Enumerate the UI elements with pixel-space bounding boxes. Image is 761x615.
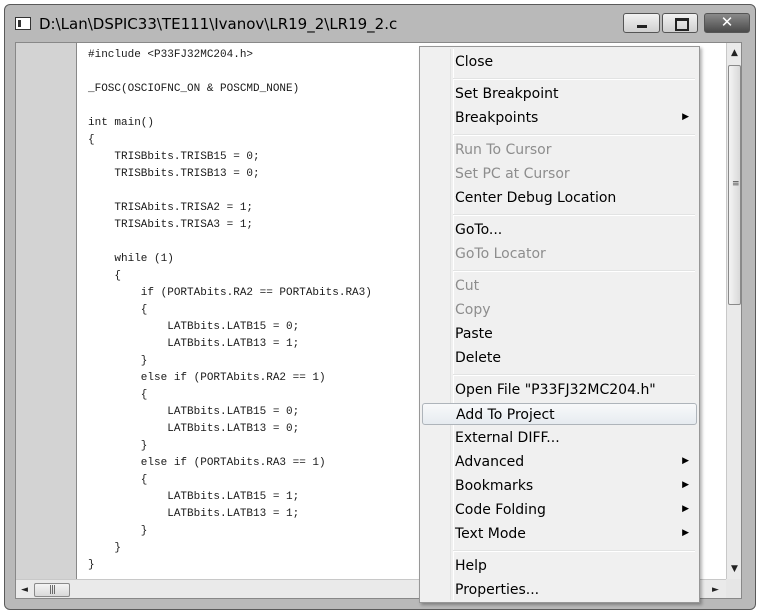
line-gutter[interactable]: [16, 43, 77, 579]
close-icon: ✕: [720, 13, 734, 31]
vertical-scrollbar[interactable]: ▲ ≡ ▼: [726, 43, 741, 579]
context-menu: Close Set Breakpoint Breakpoints ▶ Run To…: [419, 46, 700, 603]
close-button[interactable]: ✕: [704, 13, 750, 33]
window-title: D:\Lan\DSPIC33\TE111\Ivanov\LR19_2\LR19_…: [39, 15, 398, 33]
menu-item-bookmarks[interactable]: Bookmarks ▶: [422, 475, 697, 497]
menu-item-code-folding[interactable]: Code Folding ▶: [422, 499, 697, 521]
submenu-arrow-icon: ▶: [682, 480, 689, 490]
menu-item-run-to-cursor[interactable]: Run To Cursor: [422, 139, 697, 161]
menu-item-delete[interactable]: Delete: [422, 347, 697, 369]
scroll-up-icon[interactable]: ▲: [731, 49, 738, 58]
menu-item-breakpoints[interactable]: Breakpoints ▶: [422, 107, 697, 129]
menu-separator: [453, 134, 695, 136]
menu-item-set-pc-at-cursor[interactable]: Set PC at Cursor: [422, 163, 697, 185]
menu-separator: [453, 374, 695, 376]
maximize-button[interactable]: [662, 13, 698, 33]
submenu-arrow-icon: ▶: [682, 528, 689, 538]
document-window-icon: [15, 17, 31, 30]
menu-item-center-debug-location[interactable]: Center Debug Location: [422, 187, 697, 209]
maximize-icon: [675, 18, 689, 31]
submenu-arrow-icon: ▶: [682, 112, 689, 122]
menu-item-copy[interactable]: Copy: [422, 299, 697, 321]
minimize-button[interactable]: [623, 13, 660, 33]
size-grip[interactable]: [726, 579, 741, 598]
scroll-down-icon[interactable]: ▼: [731, 565, 738, 574]
submenu-arrow-icon: ▶: [682, 456, 689, 466]
menu-item-goto-locator[interactable]: GoTo Locator: [422, 243, 697, 265]
menu-separator: [453, 214, 695, 216]
menu-item-cut[interactable]: Cut: [422, 275, 697, 297]
grip-icon: ≡: [732, 179, 740, 189]
menu-item-goto[interactable]: GoTo...: [422, 219, 697, 241]
menu-item-open-file[interactable]: Open File "P33FJ32MC204.h": [422, 379, 697, 401]
menu-item-add-to-project[interactable]: Add To Project: [422, 403, 697, 425]
menu-item-external-diff[interactable]: External DIFF...: [422, 427, 697, 449]
menu-item-text-mode[interactable]: Text Mode ▶: [422, 523, 697, 545]
scroll-left-icon[interactable]: ◄: [21, 586, 28, 595]
menu-separator: [453, 270, 695, 272]
menu-item-close[interactable]: Close: [422, 51, 697, 73]
submenu-arrow-icon: ▶: [682, 504, 689, 514]
menu-item-advanced[interactable]: Advanced ▶: [422, 451, 697, 473]
minimize-icon: [637, 25, 647, 28]
title-bar[interactable]: D:\Lan\DSPIC33\TE111\Ivanov\LR19_2\LR19_…: [5, 5, 755, 41]
source-code[interactable]: #include <P33FJ32MC204.h> _FOSC(OSCIOFNC…: [88, 47, 372, 574]
vertical-scroll-thumb[interactable]: ≡: [728, 65, 741, 305]
horizontal-scroll-thumb[interactable]: |||: [34, 583, 70, 597]
menu-item-properties[interactable]: Properties...: [422, 579, 697, 601]
menu-item-help[interactable]: Help: [422, 555, 697, 577]
menu-separator: [453, 78, 695, 80]
menu-item-paste[interactable]: Paste: [422, 323, 697, 345]
menu-separator: [453, 550, 695, 552]
scroll-right-icon[interactable]: ►: [712, 586, 719, 595]
menu-item-set-breakpoint[interactable]: Set Breakpoint: [422, 83, 697, 105]
